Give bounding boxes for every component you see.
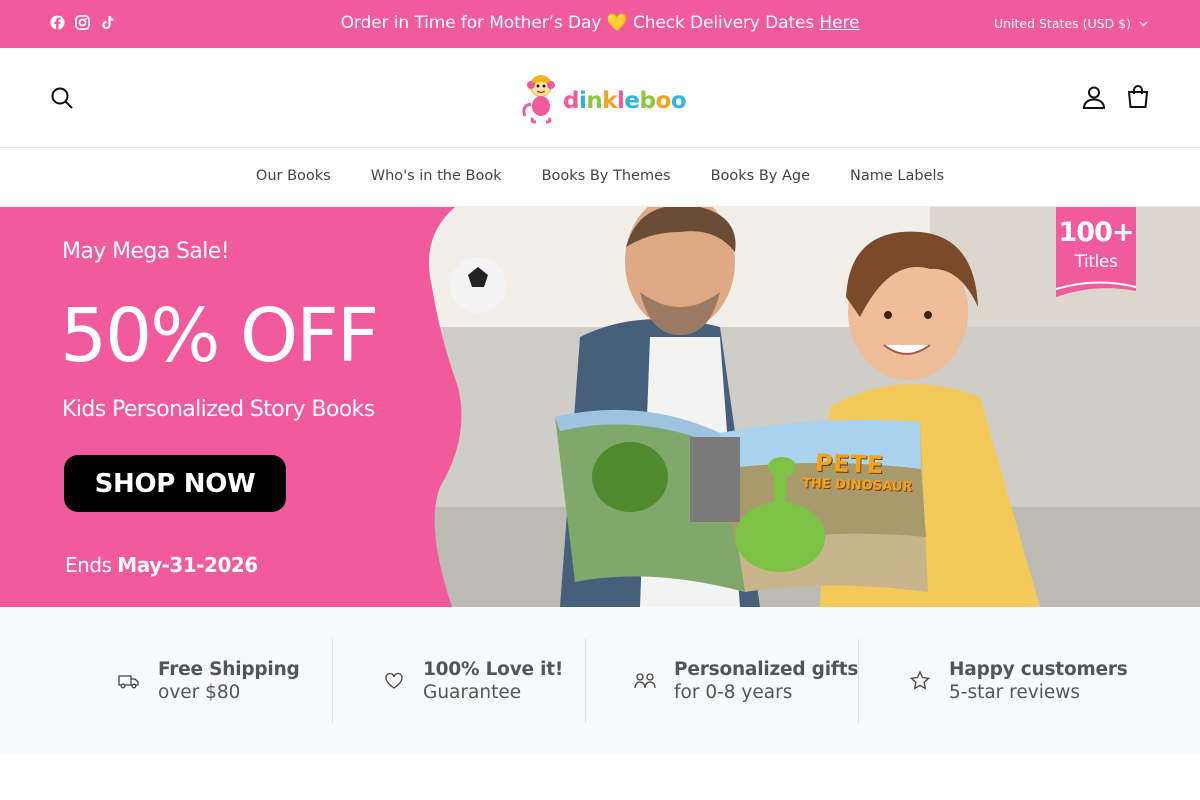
sale-end-date: Ends May-31-2026 [65, 553, 258, 577]
divider [332, 639, 333, 723]
feature-subtitle: 5-star reviews [949, 682, 1080, 703]
nav-item-name-labels[interactable]: Name Labels [850, 168, 944, 184]
feature-free-shipping: Free Shipping over $80 [118, 639, 300, 723]
truck-icon [118, 675, 139, 689]
feature-subtitle: Guarantee [423, 682, 522, 703]
shop-now-button[interactable]: SHOP NOW [64, 455, 286, 512]
currency-label: United States (USD $) [993, 16, 1131, 31]
nav-item-books-by-age[interactable]: Books By Age [711, 168, 810, 184]
kids-icon [634, 673, 656, 689]
features-strip: Free Shipping over $80 100% Love it! Gua… [0, 607, 1200, 754]
feature-title: Happy customers [949, 659, 1128, 680]
heart-icon [385, 672, 403, 689]
delivery-dates-link[interactable]: Here [819, 13, 859, 33]
search-icon[interactable] [50, 86, 74, 110]
nav-item-whos-in-the-book[interactable]: Who's in the Book [371, 168, 502, 184]
ends-label: Ends [65, 553, 112, 577]
hero-subtitle: Kids Personalized Story Books [62, 397, 375, 422]
dinkleboo-logo[interactable]: dinkleboo [519, 70, 687, 126]
chevron-down-icon [1139, 21, 1148, 26]
currency-selector[interactable]: United States (USD $) [994, 16, 1148, 31]
feature-happy-customers: Happy customers 5-star reviews [909, 639, 1128, 723]
main-navigation: Our Books Who's in the Book Books By The… [0, 149, 1200, 207]
feature-love-it: 100% Love it! Guarantee [383, 639, 563, 723]
feature-title: 100% Love it! [423, 659, 564, 680]
book-cover-title: PETE [814, 448, 885, 480]
ends-date: May-31-2026 [117, 553, 258, 577]
divider [858, 639, 859, 723]
site-header: dinkleboo [0, 48, 1200, 148]
feature-title: Free Shipping [158, 659, 300, 680]
hero-headline: 50% OFF [60, 293, 379, 379]
yellow-heart-icon: 💛 [606, 13, 628, 33]
announcement-message: Order in Time for Mother’s Day [340, 13, 602, 33]
cart-icon[interactable] [1126, 84, 1150, 108]
feature-subtitle: for 0-8 years [674, 682, 793, 703]
hero-banner[interactable]: May Mega Sale! 50% OFF Kids Personalized… [0, 207, 1200, 607]
account-icon[interactable] [1082, 85, 1106, 109]
ribbon-label: Titles [1074, 252, 1118, 272]
star-icon [909, 670, 931, 690]
nav-item-books-by-themes[interactable]: Books By Themes [542, 168, 671, 184]
titles-ribbon: 100+ Titles [1056, 207, 1136, 299]
feature-subtitle: over $80 [158, 682, 241, 703]
divider [585, 639, 586, 723]
ribbon-number: 100+ [1058, 217, 1135, 248]
nav-item-our-books[interactable]: Our Books [256, 168, 331, 184]
announcement-bar: Order in Time for Mother’s Day 💛 Check D… [0, 0, 1200, 48]
feature-title: Personalized gifts [674, 659, 859, 680]
logo-wordmark: dinkleboo [563, 88, 687, 114]
hero-kicker: May Mega Sale! [62, 239, 230, 264]
feature-personalized-gifts: Personalized gifts for 0-8 years [634, 639, 858, 723]
announcement-message-2: Check Delivery Dates [632, 13, 815, 33]
